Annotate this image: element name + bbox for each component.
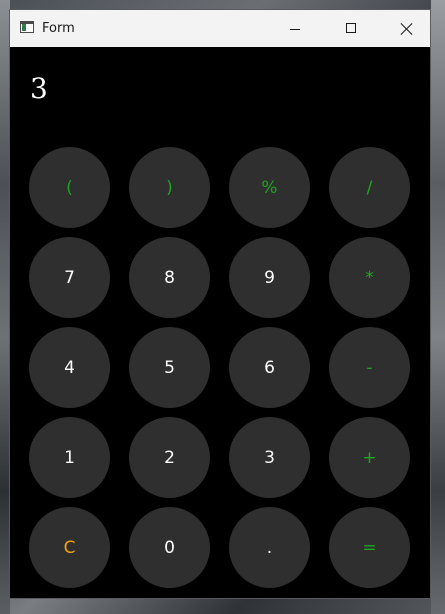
maximize-button[interactable] — [328, 10, 374, 47]
minimize-icon — [290, 29, 300, 30]
subtract-key[interactable]: - — [329, 327, 410, 408]
app-window-icon — [20, 21, 34, 33]
digit-0-key[interactable]: 0 — [129, 507, 210, 588]
add-key[interactable]: + — [329, 417, 410, 498]
close-icon — [400, 22, 414, 36]
digit-4-key[interactable]: 4 — [29, 327, 110, 408]
minimize-button[interactable] — [272, 10, 318, 47]
maximize-icon — [346, 23, 356, 33]
desktop-background-right — [431, 0, 445, 614]
divide-key[interactable]: / — [329, 147, 410, 228]
digit-8-key[interactable]: 8 — [129, 237, 210, 318]
title-bar[interactable]: Form — [10, 10, 430, 47]
decimal-point-key[interactable]: . — [229, 507, 310, 588]
digit-7-key[interactable]: 7 — [29, 237, 110, 318]
calculator-window: Form 3 ()%/7 8 9 * 4 5 6-1 2 3 + C 0. = — [9, 9, 431, 599]
digit-6-key[interactable]: 6 — [229, 327, 310, 408]
digit-2-key[interactable]: 2 — [129, 417, 210, 498]
multiply-key[interactable]: * — [329, 237, 410, 318]
open-paren-key[interactable]: ( — [29, 147, 110, 228]
close-button[interactable] — [384, 10, 430, 47]
close-paren-key[interactable]: ) — [129, 147, 210, 228]
equals-key[interactable]: = — [329, 507, 410, 588]
digit-9-key[interactable]: 9 — [229, 237, 310, 318]
percent-key[interactable]: % — [229, 147, 310, 228]
window-title: Form — [42, 21, 75, 36]
clear-key[interactable]: C — [29, 507, 110, 588]
result-display: 3 — [30, 72, 48, 105]
digit-1-key[interactable]: 1 — [29, 417, 110, 498]
digit-3-key[interactable]: 3 — [229, 417, 310, 498]
digit-5-key[interactable]: 5 — [129, 327, 210, 408]
